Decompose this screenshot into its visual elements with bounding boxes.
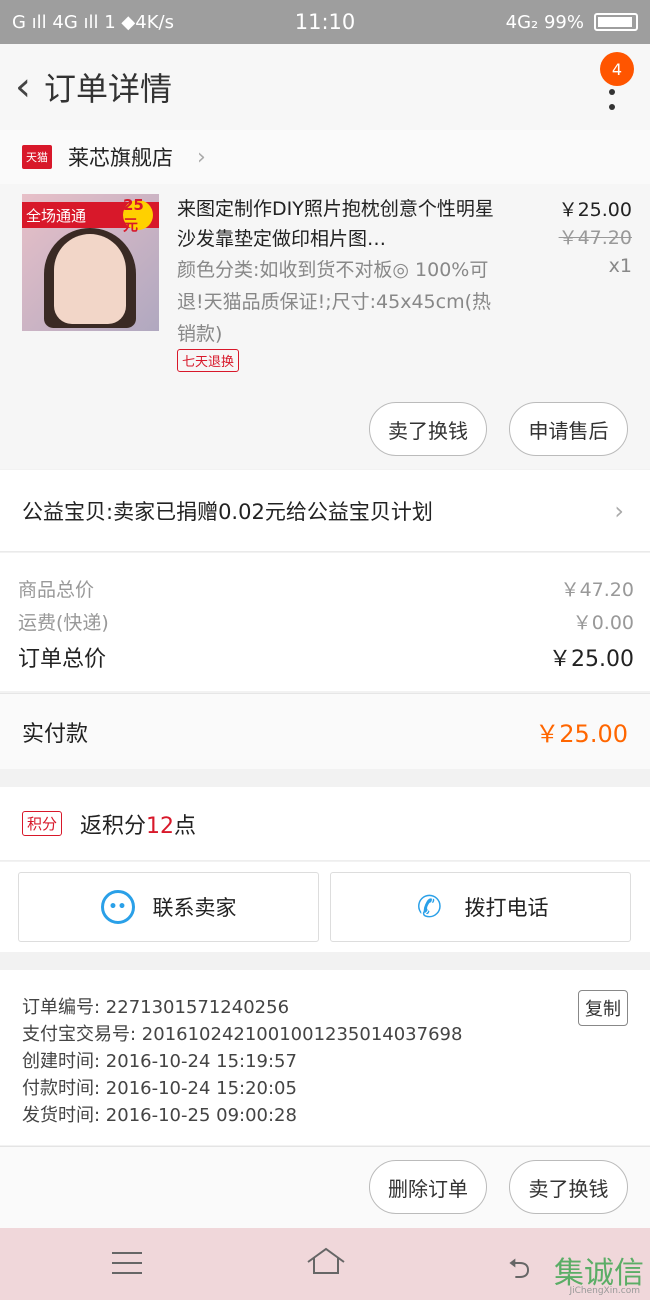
points-text: 返积分12点 <box>80 808 196 840</box>
shipped-time: 发货时间: 2016-10-25 09:00:28 <box>22 1105 297 1126</box>
price-original: ￥47.20 <box>558 227 632 249</box>
sell-for-cash-button-bottom[interactable]: 卖了换钱 <box>509 1160 628 1214</box>
network-battery-text: 4G₂ 99% <box>505 11 584 33</box>
contact-row: •• 联系卖家 ✆ 拨打电话 <box>0 862 650 952</box>
order-total-value: ￥25.00 <box>549 647 634 672</box>
bottom-actions: 删除订单 卖了换钱 <box>0 1146 650 1228</box>
charity-text: 公益宝贝:卖家已捐赠0.02元给公益宝贝计划 <box>22 499 433 524</box>
goods-total-row: 商品总价 ￥47.20 <box>18 575 634 602</box>
order-number: 订单编号: 2271301571240256 <box>22 997 290 1018</box>
price-now: ￥25.00 <box>558 199 632 221</box>
created-time: 创建时间: 2016-10-24 15:19:57 <box>22 1051 297 1072</box>
after-sale-button[interactable]: 申请售后 <box>509 402 628 456</box>
points-tag: 积分 <box>22 811 63 836</box>
charity-row[interactable]: 公益宝贝:卖家已捐赠0.02元给公益宝贝计划 › <box>0 470 650 552</box>
home-icon[interactable] <box>306 1246 346 1276</box>
product-sku: 颜色分类:如收到货不对板◎ 100%可退!天猫品质保证!;尺寸:45x45cm(… <box>177 259 492 345</box>
points-number: 12 <box>146 813 175 839</box>
tmall-icon: 天猫 <box>22 145 52 169</box>
price-block: ￥25.00 ￥47.20 x1 <box>559 196 632 280</box>
chevron-right-icon: › <box>197 144 206 170</box>
amount-paid-value: ￥25.00 <box>535 720 628 748</box>
goods-total-label: 商品总价 <box>18 579 95 601</box>
back-nav-icon[interactable]: ⮌ <box>508 1248 530 1296</box>
back-icon[interactable]: ‹ <box>2 44 44 130</box>
contact-seller-label: 联系卖家 <box>152 896 237 920</box>
delete-order-button[interactable]: 删除订单 <box>369 1160 487 1214</box>
return-policy-badge: 七天退换 <box>177 349 240 372</box>
shipping-row: 运费(快递) ￥0.00 <box>18 608 634 635</box>
sell-for-cash-button[interactable]: 卖了换钱 <box>369 402 487 456</box>
order-total-row: 订单总价 ￥25.00 <box>18 641 634 673</box>
notification-badge: 4 <box>600 52 634 86</box>
chevron-right-icon: › <box>614 496 624 525</box>
alipay-transaction-number: 支付宝交易号: 2016102421001001235014037698 <box>22 1024 463 1045</box>
order-total-label: 订单总价 <box>18 647 107 672</box>
status-right: 4G₂ 99% <box>506 12 638 33</box>
quantity: x1 <box>608 255 632 277</box>
app-header: ‹ 订单详情 4 <box>0 44 650 130</box>
shop-row[interactable]: 天猫 莱芯旗舰店 › <box>0 130 650 184</box>
paid-time: 付款时间: 2016-10-24 15:20:05 <box>22 1078 297 1099</box>
thumbnail-price-badge: 25元 <box>123 196 153 234</box>
shop-name[interactable]: 莱芯旗舰店 <box>68 142 173 172</box>
goods-total-value: ￥47.20 <box>560 579 634 601</box>
clock: 11:10 <box>294 10 356 34</box>
status-bar: G ıll 4G ıll 1 ◆4K/s 11:10 4G₂ 99% <box>0 0 650 44</box>
signal-indicators: G ıll 4G ıll 1 ◆4K/s <box>12 11 174 33</box>
battery-icon <box>594 13 638 31</box>
points-suffix: 点 <box>174 813 197 839</box>
product-title[interactable]: 来图定制作DIY照片抱枕创意个性明星沙发靠垫定做印相片图… <box>177 194 507 254</box>
amount-paid-row: 实付款 ￥25.00 <box>0 693 650 769</box>
shipping-label: 运费(快递) <box>18 612 109 634</box>
watermark-url: JiChengXin.com <box>569 1286 640 1296</box>
call-phone-button[interactable]: ✆ 拨打电话 <box>330 872 631 942</box>
system-nav-bar: ⮌ 集诚信 JiChengXin.com <box>0 1228 650 1300</box>
page-title: 订单详情 <box>44 70 173 108</box>
phone-icon: ✆ <box>416 889 443 925</box>
chat-icon: •• <box>100 890 135 924</box>
copy-button[interactable]: 复制 <box>578 990 628 1026</box>
thumbnail-face <box>54 234 126 324</box>
call-phone-label: 拨打电话 <box>464 896 549 920</box>
order-info: 订单编号: 2271301571240256 支付宝交易号: 201610242… <box>0 970 650 1145</box>
price-summary: 商品总价 ￥47.20 运费(快递) ￥0.00 订单总价 ￥25.00 <box>0 553 650 691</box>
product-thumbnail[interactable]: 全场通通 25元 <box>22 194 159 331</box>
points-row: 积分 返积分12点 <box>0 787 650 861</box>
order-item: 全场通通 25元 来图定制作DIY照片抱枕创意个性明星沙发靠垫定做印相片图… 颜… <box>0 184 650 469</box>
amount-paid-label: 实付款 <box>22 721 89 747</box>
points-prefix: 返积分 <box>80 813 147 839</box>
shipping-value: ￥0.00 <box>572 612 634 634</box>
menu-icon[interactable] <box>112 1252 142 1274</box>
contact-seller-button[interactable]: •• 联系卖家 <box>18 872 319 942</box>
